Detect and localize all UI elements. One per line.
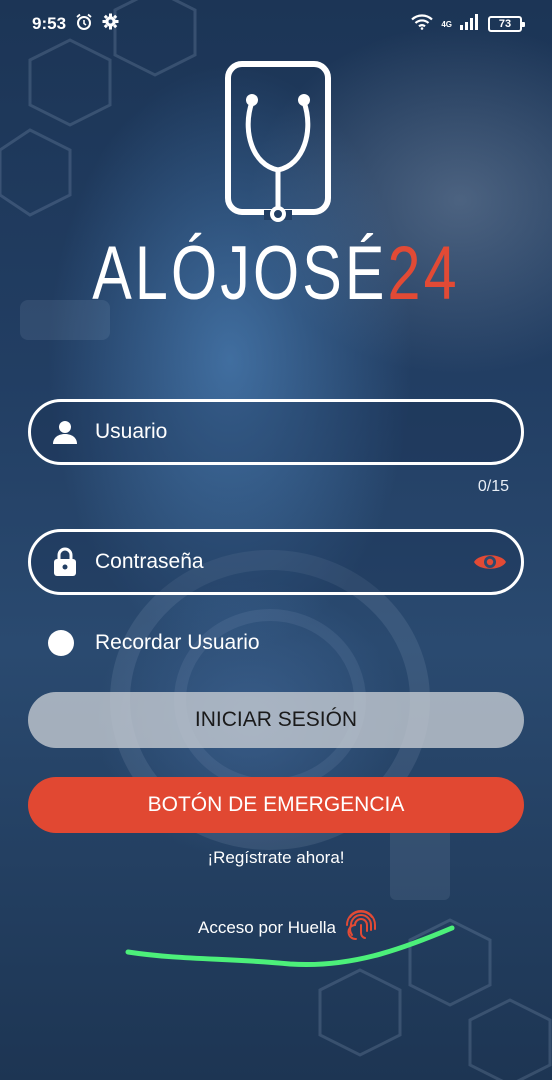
brand-name-accent: 24 xyxy=(387,231,460,316)
network-type: 4G xyxy=(441,19,452,29)
password-field[interactable] xyxy=(28,529,524,595)
stethoscope-phone-logo-icon xyxy=(225,61,331,222)
wifi-icon xyxy=(411,13,434,35)
brand-name-main: ALÓJOSÉ xyxy=(92,231,388,316)
remember-radio[interactable] xyxy=(48,630,74,656)
remember-label: Recordar Usuario xyxy=(95,631,260,654)
status-right: 4G 73 xyxy=(411,13,525,35)
status-left: 9:53 xyxy=(32,13,119,36)
remember-user-toggle[interactable]: Recordar Usuario xyxy=(48,630,260,656)
lock-icon xyxy=(51,547,79,576)
eye-icon[interactable] xyxy=(473,550,507,579)
person-icon xyxy=(51,418,79,446)
register-link[interactable]: ¡Regístrate ahora! xyxy=(0,848,552,868)
password-input[interactable] xyxy=(95,550,435,574)
status-bar: 9:53 4G 73 xyxy=(0,0,552,48)
brand-wordmark: ALÓJOSÉ24 xyxy=(61,234,492,314)
status-time: 9:53 xyxy=(32,14,67,33)
username-input[interactable] xyxy=(95,420,435,444)
highlight-underline xyxy=(125,925,455,968)
settings-icon xyxy=(102,13,119,35)
username-counter: 0/15 xyxy=(477,478,509,495)
battery-icon: 73 xyxy=(488,16,525,32)
login-button[interactable]: INICIAR SESIÓN xyxy=(28,692,524,748)
username-field[interactable] xyxy=(28,399,524,465)
battery-level: 73 xyxy=(498,18,512,30)
signal-icon xyxy=(460,13,480,35)
alarm-icon xyxy=(75,13,93,36)
emergency-button[interactable]: BOTÓN DE EMERGENCIA xyxy=(28,777,524,833)
